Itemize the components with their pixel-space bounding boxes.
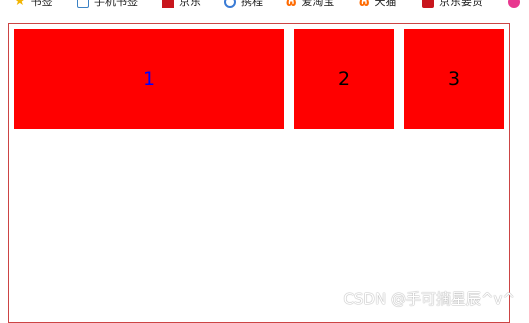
bookmarks-bar: ★ 书签 手机书签 京东 携程 ω 爱淘宝 ω 天猫 京东要贷: [0, 0, 529, 14]
circle-icon: [508, 0, 520, 8]
box-2: 2: [294, 29, 394, 129]
bookmark-item[interactable]: ω 爱淘宝: [286, 0, 334, 9]
bookmark-label: 书签: [30, 0, 53, 8]
globe-icon: [224, 0, 236, 8]
bookmark-item[interactable]: 京东要贷: [422, 0, 483, 9]
csdn-watermark: CSDN @手可摘星辰^v^: [343, 290, 515, 308]
bookmark-label: 京东: [179, 0, 201, 8]
box-2-label: 2: [337, 68, 351, 90]
bookmark-label: 携程: [241, 0, 263, 8]
jd-icon: [422, 0, 434, 8]
bookmark-item[interactable]: 携程: [224, 0, 263, 9]
bookmark-item[interactable]: 京东: [162, 0, 201, 9]
bookmark-label: 爱淘宝: [301, 0, 335, 8]
star-icon: ★: [14, 0, 26, 9]
taobao-icon: ω: [359, 0, 370, 9]
box-1: 1: [14, 29, 284, 129]
phone-icon: [77, 0, 89, 8]
bookmark-item[interactable]: ★ 书签: [14, 0, 53, 9]
box-1-label: 1: [142, 68, 156, 90]
bookmark-label: 手机书签: [94, 0, 138, 8]
bookmark-item[interactable]: 手机书签: [77, 0, 138, 9]
bookmark-item[interactable]: ω 天猫: [359, 0, 396, 9]
box-3: 3: [404, 29, 504, 129]
bookmark-item[interactable]: [508, 0, 525, 9]
box-3-label: 3: [447, 68, 461, 90]
taobao-icon: ω: [286, 0, 297, 9]
bookmark-label: 天猫: [374, 0, 397, 8]
bookmark-label: 京东要贷: [439, 0, 483, 8]
jd-icon: [162, 0, 174, 8]
